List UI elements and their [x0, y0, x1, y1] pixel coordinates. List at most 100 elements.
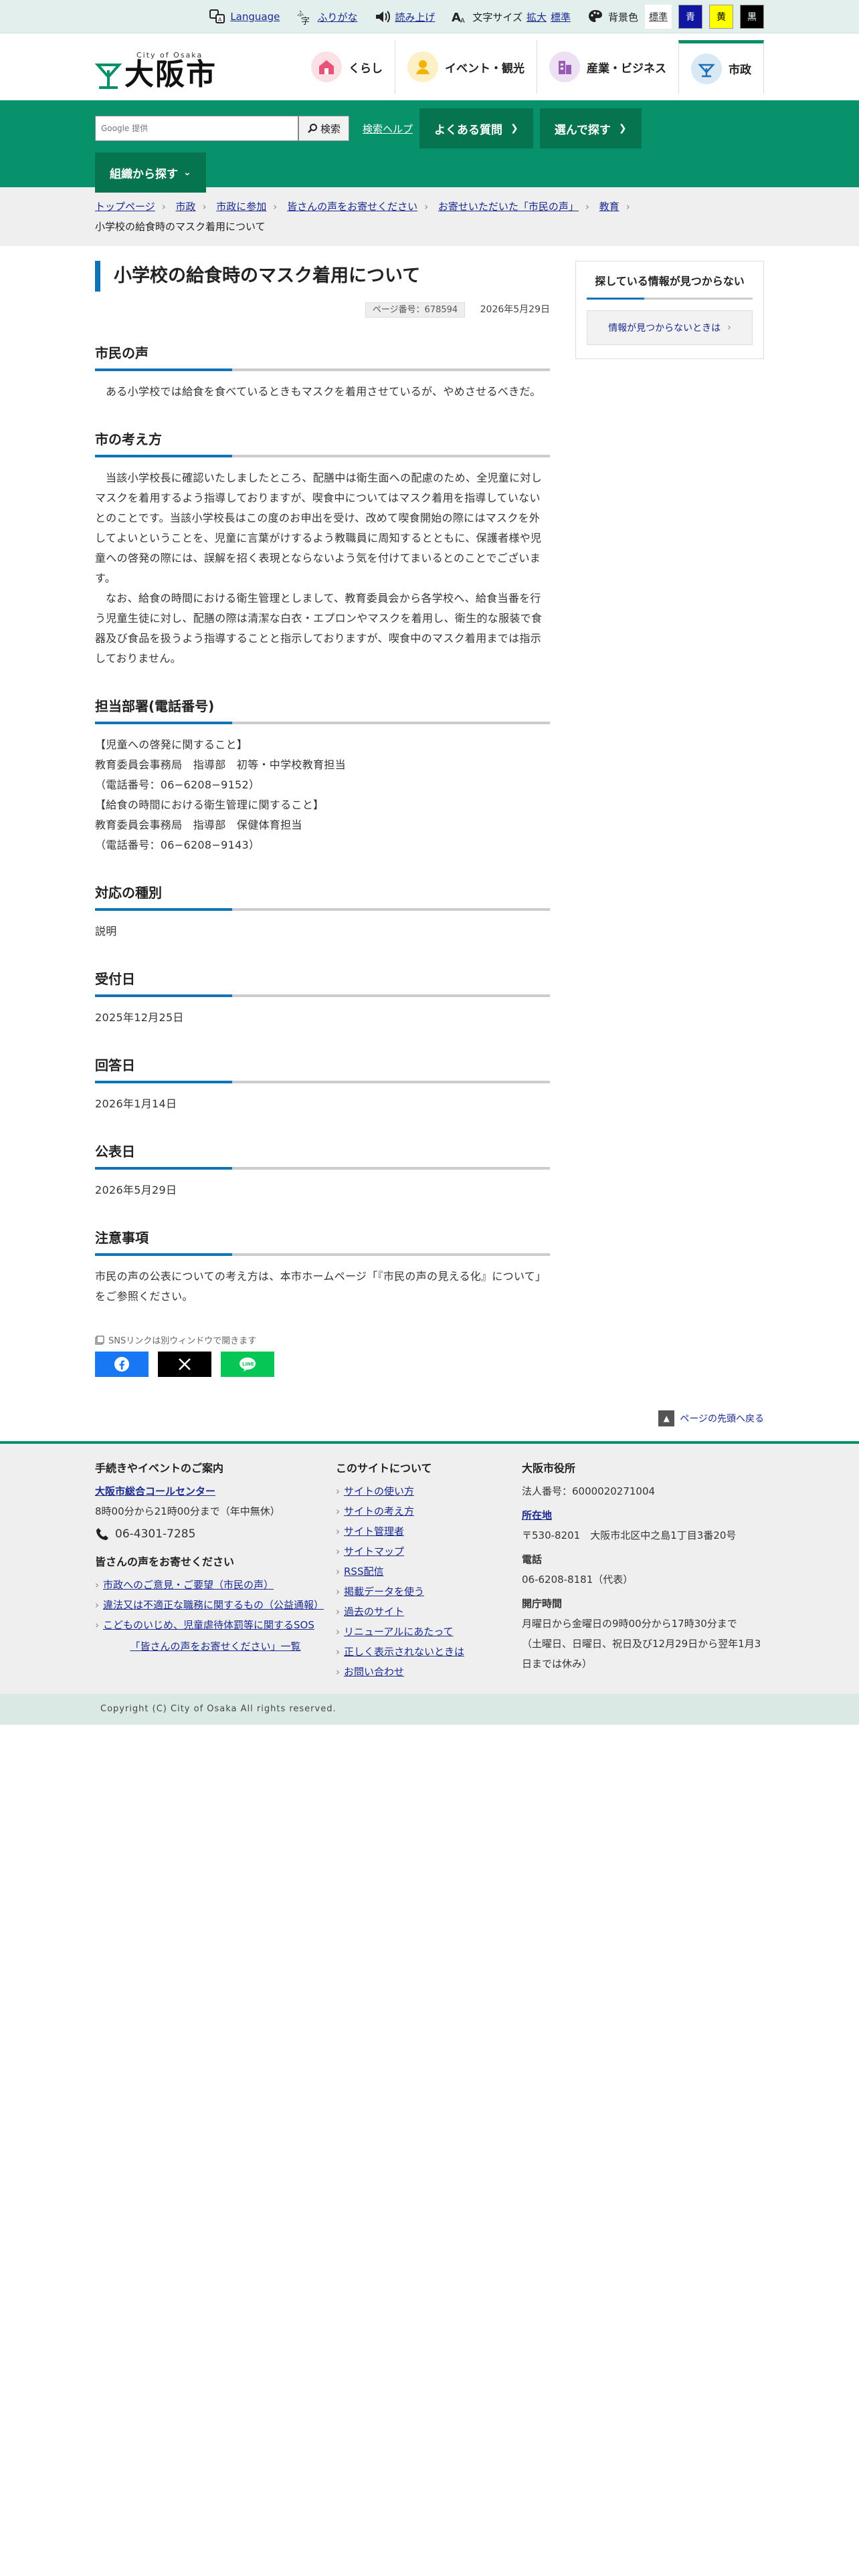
facebook-share-button[interactable] [95, 1352, 149, 1377]
section-view: 市の考え方 当該小学校長に確認いたしましたところ、配膳中は衛生面への配慮のため、… [95, 429, 550, 669]
sns-note: SNSリンクは別ウィンドウで開きます [95, 1333, 550, 1346]
footer-whistleblow-link[interactable]: 違法又は不適正な職務に関するもの（公益通報） [95, 1595, 336, 1615]
page-title: 小学校の給食時のマスク着用について [95, 261, 550, 292]
gnav-shisei[interactable]: 市政 [678, 40, 764, 94]
footer-site-link[interactable]: サイトの使い方 [336, 1481, 522, 1501]
footer-site-link[interactable]: サイトの考え方 [336, 1501, 522, 1521]
fontsize-label: 文字サイズ [472, 11, 522, 23]
footer-site-link[interactable]: 掲載データを使う [336, 1582, 522, 1602]
section-heading: 公表日 [95, 1141, 550, 1170]
section-kind: 対応の種別 説明 [95, 882, 550, 942]
sidebar: 探している情報が見つからない 情報が見つからないときは › [575, 261, 764, 1377]
readaloud-link[interactable]: 読み上げ [373, 8, 435, 25]
footer-col-cityhall: 大阪市役所 法人番号：6000020271004 所在地 〒530-8201 大… [522, 1459, 763, 1682]
bg-black-button[interactable]: 黒 [740, 5, 764, 29]
sns-note-text: SNSリンクは別ウィンドウで開きます [108, 1336, 257, 1346]
breadcrumb-separator: › [424, 201, 429, 213]
section-body: 市民の声の公表についての考え方は、本市ホームページ「『市民の声の見える化』につい… [95, 1270, 547, 1303]
fontsize-large-link[interactable]: 拡大 [527, 10, 547, 24]
section-heading: 注意事項 [95, 1227, 550, 1256]
line-share-button[interactable]: LINE [221, 1352, 274, 1377]
section-heading: 対応の種別 [95, 882, 550, 911]
footer-site-link[interactable]: お問い合わせ [336, 1662, 522, 1682]
footer-heading: 大阪市役所 [522, 1462, 576, 1475]
gnav-kurashi[interactable]: くらし [299, 40, 395, 94]
section-body: 当該小学校長に確認いたしましたところ、配膳中は衛生面への配慮のため、全児童に対し… [95, 471, 543, 584]
hours-label: 開庁時間 [522, 1598, 563, 1610]
footer-site-link[interactable]: リニューアルにあたって [336, 1622, 522, 1642]
footer-voice-list-link[interactable]: 「皆さんの声をお寄せください」一覧 [130, 1640, 300, 1652]
dept-line: 【給食の時間における衛生管理に関すること】 [95, 798, 324, 811]
gnav-kurashi-label: くらし [349, 62, 383, 76]
speaker-icon [376, 11, 391, 23]
footer-site-link[interactable]: RSS配信 [336, 1562, 522, 1582]
not-found-link[interactable]: 情報が見つからないときは › [587, 310, 753, 345]
section-heading: 回答日 [95, 1055, 550, 1083]
search-help-link[interactable]: 検索ヘルプ [363, 122, 413, 136]
readaloud-label[interactable]: 読み上げ [395, 10, 435, 24]
site-logo[interactable]: City of Osaka 大阪市 [95, 43, 266, 90]
furigana-link[interactable]: ふ字 ふりがな [296, 8, 357, 25]
gnav-event[interactable]: イベント・観光 [395, 40, 537, 94]
footer-col-site: このサイトについて サイトの使い方 サイトの考え方 サイト管理者 サイトマップ … [336, 1459, 522, 1682]
section-heading: 市の考え方 [95, 429, 550, 457]
language-label[interactable]: Language [230, 11, 280, 23]
footer-site-link[interactable]: サイトマップ [336, 1541, 522, 1562]
building-icon [549, 51, 580, 82]
footer-site-link[interactable]: 正しく表示されないときは [336, 1642, 522, 1662]
not-found-box: 探している情報が見つからない 情報が見つからないときは › [575, 261, 764, 359]
fontsize-control: AA 文字サイズ 拡大 標準 [451, 8, 571, 25]
org-search-button[interactable]: 組織から探す ⌄ [95, 152, 206, 193]
gnav-event-label: イベント・観光 [445, 62, 524, 76]
page-top-link[interactable]: ▲ ページの先頭へ戻る [95, 1410, 764, 1441]
breadcrumb-sanka[interactable]: 市政に参加 [216, 201, 266, 213]
site-footer: 手続きやイベントのご案内 大阪市総合コールセンター 8時00分から21時00分ま… [0, 1441, 859, 1694]
org-search-label: 組織から探す [110, 167, 178, 181]
external-window-icon [95, 1335, 104, 1345]
language-link[interactable]: A Language [209, 8, 280, 25]
search-input[interactable] [95, 116, 298, 141]
phone-icon [96, 1528, 108, 1540]
dept-line: 教育委員会事務局 指導部 保健体育担当 [95, 819, 302, 831]
callcenter-link[interactable]: 大阪市総合コールセンター [95, 1485, 215, 1497]
bg-blue-button[interactable]: 青 [678, 5, 702, 29]
section-body: なお、給食の時間における衛生管理としまして、教育委員会から各学校へ、給食当番を行… [95, 592, 543, 665]
choose-button[interactable]: 選んで探す ❯ [539, 108, 642, 148]
breadcrumb-separator: › [626, 201, 630, 213]
breadcrumb-received-voice[interactable]: お寄せいただいた「市民の声」 [438, 201, 579, 213]
hours: 月曜日から金曜日の9時00分から17時30分まで [522, 1618, 737, 1630]
copyright-text: Copyright (C) City of Osaka All rights r… [100, 1704, 337, 1714]
faq-label: よくある質問 [434, 123, 503, 137]
breadcrumb-separator: › [161, 201, 166, 213]
footer-site-link[interactable]: 過去のサイト [336, 1602, 522, 1622]
furigana-icon: ふ字 [297, 10, 310, 25]
footer-col-guide: 手続きやイベントのご案内 大阪市総合コールセンター 8時00分から21時00分ま… [95, 1459, 336, 1682]
breadcrumb-education[interactable]: 教育 [599, 201, 619, 213]
section-heading: 受付日 [95, 968, 550, 997]
gnav-business[interactable]: 産業・ビジネス [537, 40, 678, 94]
search-button[interactable]: 検索 [298, 116, 349, 141]
tel-label: 電話 [522, 1553, 543, 1566]
city-emblem-icon [95, 64, 122, 89]
choose-label: 選んで探す [554, 123, 611, 137]
faq-button[interactable]: よくある質問 ❯ [419, 108, 533, 148]
footer-voice-link[interactable]: 市政へのご意見・ご要望（市民の声） [95, 1575, 336, 1595]
address-link[interactable]: 所在地 [522, 1505, 763, 1525]
section-published: 公表日 2026年5月29日 [95, 1141, 550, 1200]
fontsize-standard-link[interactable]: 標準 [551, 10, 571, 24]
bg-standard-button[interactable]: 標準 [645, 5, 672, 29]
breadcrumb-shisei[interactable]: 市政 [175, 201, 195, 213]
footer-site-link[interactable]: サイト管理者 [336, 1521, 522, 1541]
footer-sos-link[interactable]: こどものいじめ、児童虐待体罰等に関するSOS [95, 1615, 336, 1635]
section-dept: 担当部署(電話番号) 【児童への啓発に関すること】 教育委員会事務局 指導部 初… [95, 695, 550, 855]
x-share-button[interactable] [158, 1352, 211, 1377]
bg-yellow-button[interactable]: 黄 [709, 5, 733, 29]
palette-icon [588, 10, 602, 22]
breadcrumb-top[interactable]: トップページ [95, 201, 155, 213]
breadcrumb-voice[interactable]: 皆さんの声をお寄せください [287, 201, 417, 213]
section-body: 2026年1月14日 [95, 1097, 177, 1110]
svg-text:A: A [460, 17, 465, 25]
page-number: ページ番号：678594 [365, 302, 466, 318]
footer-heading: 皆さんの声をお寄せください [95, 1555, 235, 1568]
furigana-label[interactable]: ふりがな [317, 10, 357, 24]
